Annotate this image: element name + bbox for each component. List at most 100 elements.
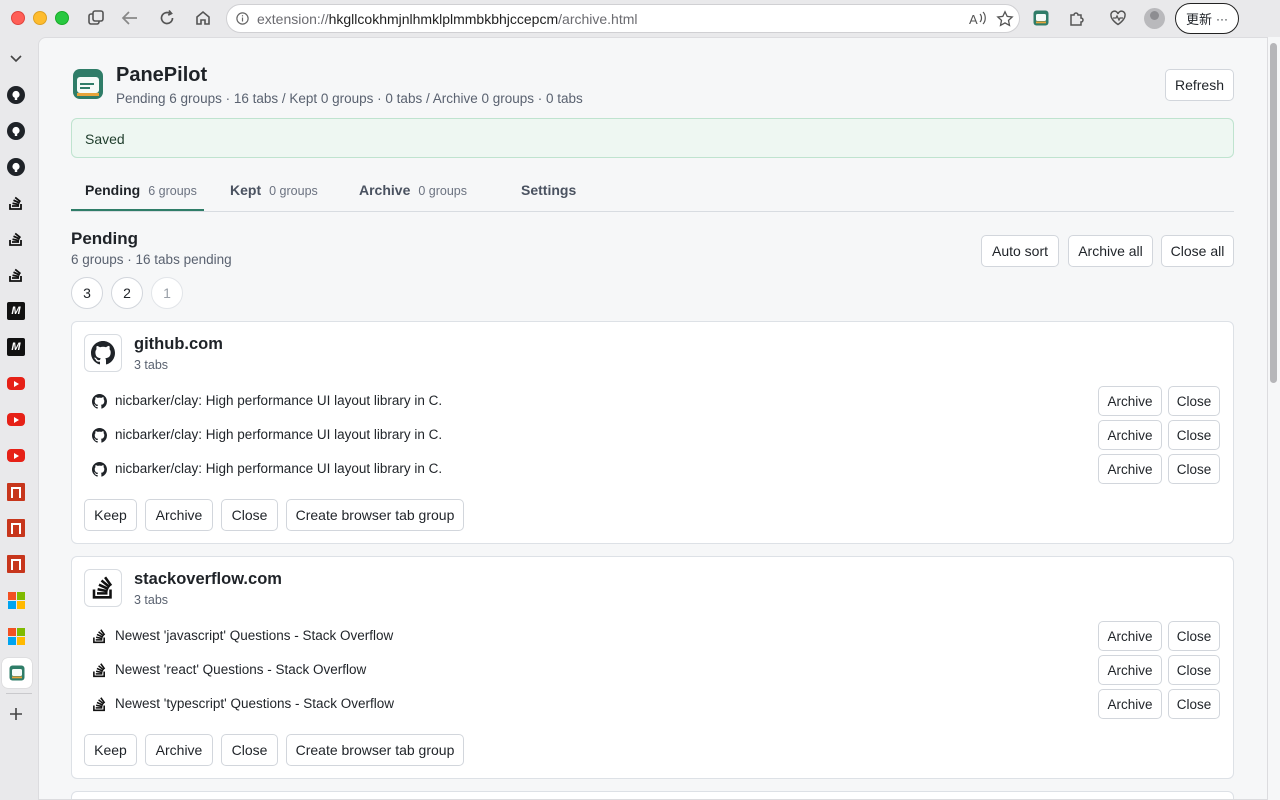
group-card: github.com 3 tabs nicbarker/clay: High p… [71, 321, 1234, 544]
new-tab-plus-icon[interactable] [7, 705, 25, 723]
window-close-button[interactable] [11, 11, 25, 25]
read-aloud-icon[interactable]: A [969, 11, 987, 32]
tab-label: Archive [359, 182, 411, 198]
tab-title[interactable]: nicbarker/clay: High performance UI layo… [115, 461, 442, 476]
sidebar-divider [6, 693, 32, 694]
close-tab-button[interactable]: Close [1168, 655, 1220, 685]
news-site-icon[interactable] [7, 555, 25, 573]
section-title: Pending [71, 229, 139, 248]
reload-icon[interactable] [157, 8, 177, 28]
news-site-icon[interactable] [7, 483, 25, 501]
group-domain: github.com [134, 335, 223, 353]
archive-group-button[interactable]: Archive [145, 499, 213, 531]
stackoverflow-icon [84, 569, 122, 607]
active-tab-indicator [71, 209, 204, 211]
archive-tab-button[interactable]: Archive [1098, 655, 1162, 685]
youtube-icon[interactable] [7, 413, 25, 426]
close-tab-button[interactable]: Close [1168, 454, 1220, 484]
github-icon[interactable] [7, 122, 25, 140]
news-site-icon[interactable] [7, 519, 25, 537]
close-group-button[interactable]: Close [221, 499, 278, 531]
extension-page: PanePilot Pending 6 groups · 16 tabs / K… [38, 37, 1268, 800]
keep-group-button[interactable]: Keep [84, 734, 137, 766]
url-text: extension://hkgllcokhmjnlhmklplmmbkbhjcc… [257, 11, 638, 27]
archive-all-button[interactable]: Archive all [1068, 235, 1153, 267]
view-tabs: Pending 6 groups Kept 0 groups Archive 0 gr… [71, 175, 1234, 212]
archive-tab-button[interactable]: Archive [1098, 454, 1162, 484]
page-button-1[interactable]: 1 [151, 277, 183, 309]
auto-sort-button[interactable]: Auto sort [981, 235, 1059, 267]
page-button-3[interactable]: 3 [71, 277, 103, 309]
tab-settings[interactable]: Settings [521, 182, 576, 198]
medium-icon[interactable]: M [7, 302, 25, 320]
group-tab-count: 3 tabs [134, 593, 169, 607]
close-group-button[interactable]: Close [221, 734, 278, 766]
tab-kept[interactable]: Kept 0 groups [230, 182, 318, 198]
page-scrollbar[interactable] [1268, 37, 1280, 800]
profile-avatar[interactable] [1144, 8, 1165, 29]
panepilot-tab-icon [9, 665, 25, 686]
archive-tab-button[interactable]: Archive [1098, 689, 1162, 719]
more-icon: ··· [1216, 11, 1228, 26]
stackoverflow-icon[interactable] [7, 230, 25, 248]
tab-row: Newest 'javascript' Questions - Stack Ov… [72, 621, 1233, 651]
extensions-puzzle-icon[interactable] [1067, 8, 1087, 28]
close-tab-button[interactable]: Close [1168, 420, 1220, 450]
close-tab-button[interactable]: Close [1168, 689, 1220, 719]
refresh-button[interactable]: Refresh [1165, 69, 1234, 101]
window-maximize-button[interactable] [55, 11, 69, 25]
collapse-chevron-icon[interactable] [7, 50, 25, 68]
close-tab-button[interactable]: Close [1168, 386, 1220, 416]
archive-tab-button[interactable]: Archive [1098, 420, 1162, 450]
github-icon[interactable] [7, 86, 25, 104]
group-card [71, 791, 1234, 799]
tab-actions-icon[interactable] [86, 8, 106, 28]
tab-title[interactable]: Newest 'javascript' Questions - Stack Ov… [115, 628, 393, 643]
archive-tab-button[interactable]: Archive [1098, 386, 1162, 416]
tab-label: Pending [85, 182, 141, 198]
panepilot-extension-icon[interactable] [1031, 8, 1051, 28]
medium-icon[interactable]: M [7, 338, 25, 356]
youtube-icon[interactable] [7, 449, 25, 462]
page-button-2[interactable]: 2 [111, 277, 143, 309]
update-button[interactable]: 更新 ··· [1175, 3, 1239, 34]
section-subtitle: 6 groups · 16 tabs pending [71, 252, 232, 267]
tab-title[interactable]: nicbarker/clay: High performance UI layo… [115, 393, 442, 408]
group-domain: stackoverflow.com [134, 570, 282, 588]
create-tab-group-button[interactable]: Create browser tab group [286, 499, 464, 531]
tab-archive[interactable]: Archive 0 groups [359, 182, 467, 198]
close-tab-button[interactable]: Close [1168, 621, 1220, 651]
url-host: hkgllcokhmjnlhmklplmmbkbhjccepcm [328, 11, 559, 27]
youtube-icon[interactable] [7, 377, 25, 390]
create-tab-group-button[interactable]: Create browser tab group [286, 734, 464, 766]
favorite-star-icon[interactable] [996, 10, 1014, 33]
microsoft-icon[interactable] [7, 591, 25, 609]
home-icon[interactable] [193, 8, 213, 28]
close-all-button[interactable]: Close all [1161, 235, 1234, 267]
archive-tab-button[interactable]: Archive [1098, 621, 1162, 651]
github-icon [91, 427, 107, 443]
stackoverflow-icon [91, 696, 107, 712]
svg-text:A: A [969, 12, 978, 27]
archive-group-button[interactable]: Archive [145, 734, 213, 766]
back-icon[interactable] [120, 8, 140, 28]
github-icon[interactable] [7, 158, 25, 176]
app-summary: Pending 6 groups · 16 tabs / Kept 0 grou… [116, 91, 583, 106]
tab-title[interactable]: Newest 'typescript' Questions - Stack Ov… [115, 696, 394, 711]
app-title: PanePilot [116, 64, 208, 86]
tab-title[interactable]: nicbarker/clay: High performance UI layo… [115, 427, 442, 442]
info-icon[interactable] [236, 12, 249, 30]
tab-pending[interactable]: Pending 6 groups [85, 182, 197, 198]
browser-essentials-icon[interactable] [1108, 8, 1128, 28]
microsoft-icon[interactable] [7, 627, 25, 645]
address-bar[interactable]: extension://hkgllcokhmjnlhmklplmmbkbhjcc… [226, 4, 1020, 33]
tab-title[interactable]: Newest 'react' Questions - Stack Overflo… [115, 662, 366, 677]
active-tab-highlight[interactable] [2, 658, 32, 688]
tab-row: nicbarker/clay: High performance UI layo… [72, 420, 1233, 450]
group-card: stackoverflow.com 3 tabs Newest 'javascr… [71, 556, 1234, 779]
stackoverflow-icon[interactable] [7, 266, 25, 284]
keep-group-button[interactable]: Keep [84, 499, 137, 531]
stackoverflow-icon[interactable] [7, 194, 25, 212]
window-minimize-button[interactable] [33, 11, 47, 25]
scrollbar-thumb[interactable] [1270, 43, 1277, 383]
